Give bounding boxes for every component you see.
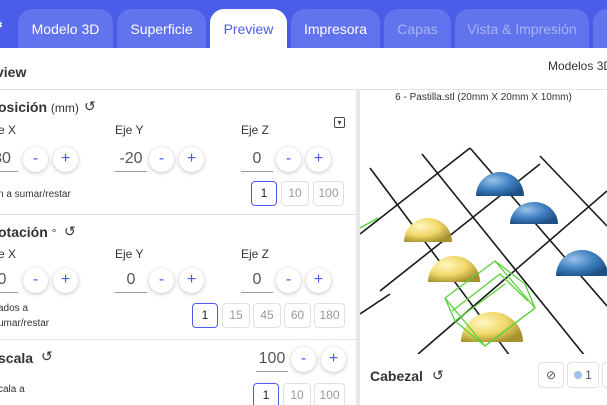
rotation-y-value[interactable]: 0 (115, 267, 147, 293)
reset-icon[interactable]: ↺ (84, 98, 96, 115)
models-label: Modelos 3D (548, 59, 607, 73)
position-y-value[interactable]: -20 (115, 146, 147, 172)
scale-section: scala ↺ 100 - + cala a 1 10 100 (0, 340, 356, 405)
bottom-toolbar: Cabezal ↺ ⊘ 1 (360, 354, 607, 405)
position-y-minus-button[interactable]: - (149, 147, 174, 172)
scale-value[interactable]: 100 (256, 346, 288, 372)
rotation-section: otación ° ↺ e X 0 - + Eje Y 0 - + Eje Z … (0, 215, 356, 339)
scale-step-10[interactable]: 10 (283, 383, 311, 405)
position-x-plus-button[interactable]: + (53, 147, 78, 172)
settings-icon[interactable]: ⚙ (0, 16, 3, 34)
extruder-label: 1 (585, 368, 592, 382)
position-x-label: e X (0, 123, 17, 137)
rotation-z-value[interactable]: 0 (241, 267, 273, 293)
rotation-z-minus-button[interactable]: - (276, 268, 301, 293)
position-x-value[interactable]: 30 (0, 146, 18, 172)
scale-step-label: cala a (0, 384, 25, 395)
tab-preview[interactable]: Preview (210, 9, 287, 48)
position-section: osición (mm) ↺ ▾ e X 30 - + Eje Y -20 - … (0, 90, 356, 214)
scale-title: scala (0, 350, 34, 366)
position-y-label: Eje Y (115, 123, 144, 137)
position-z-value[interactable]: 0 (241, 146, 273, 172)
position-z-label: Eje Z (241, 123, 270, 137)
rotation-y-label: Eje Y (115, 247, 144, 261)
preview-header: view Modelos 3D (0, 48, 607, 90)
rotation-title: otación ° (0, 224, 57, 240)
tab-more[interactable] (593, 9, 607, 48)
tab-modelo-3d[interactable]: Modelo 3D (18, 9, 113, 48)
rotation-x-minus-button[interactable]: - (23, 268, 48, 293)
position-title: osición (mm) (0, 99, 79, 115)
rotation-z-label: Eje Z (241, 247, 270, 261)
rotation-y-plus-button[interactable]: + (179, 268, 204, 293)
scale-minus-button[interactable]: - (291, 347, 316, 372)
rotation-step-45[interactable]: 45 (253, 303, 281, 328)
reset-icon[interactable]: ↺ (64, 223, 76, 240)
transform-panel: osición (mm) ↺ ▾ e X 30 - + Eje Y -20 - … (0, 90, 356, 405)
position-z-minus-button[interactable]: - (276, 147, 301, 172)
position-step-10[interactable]: 10 (281, 181, 309, 206)
rotation-x-value[interactable]: 0 (0, 267, 18, 293)
scale-step-100[interactable]: 100 (314, 383, 345, 405)
tab-bar: ⚙ Modelo 3D Superficie Preview Impresora… (0, 0, 607, 48)
position-y-plus-button[interactable]: + (179, 147, 204, 172)
rotation-step-15[interactable]: 15 (222, 303, 250, 328)
scale-step-1[interactable]: 1 (253, 383, 279, 405)
reset-icon[interactable]: ↺ (432, 367, 444, 384)
build-plate-scene[interactable] (360, 106, 607, 356)
rotation-x-label: e X (0, 247, 17, 261)
rotation-y-minus-button[interactable]: - (149, 268, 174, 293)
rotation-x-plus-button[interactable]: + (53, 268, 78, 293)
rotation-z-plus-button[interactable]: + (306, 268, 331, 293)
position-z-plus-button[interactable]: + (306, 147, 331, 172)
position-step-1[interactable]: 1 (251, 181, 277, 206)
position-step-label: n a sumar/restar (0, 189, 71, 200)
tab-superficie[interactable]: Superficie (117, 9, 206, 48)
reset-icon[interactable]: ↺ (41, 348, 53, 365)
rotation-step-180[interactable]: 180 (314, 303, 345, 328)
page-title: view (0, 64, 27, 80)
cabezal-label: Cabezal (370, 368, 423, 384)
rotation-step-label-2: umar/restar (0, 318, 50, 329)
rotation-step-1[interactable]: 1 (192, 303, 218, 328)
disable-icon[interactable]: ⊘ (538, 362, 564, 388)
position-x-minus-button[interactable]: - (23, 147, 48, 172)
scale-plus-button[interactable]: + (321, 347, 346, 372)
tab-impresora[interactable]: Impresora (291, 9, 380, 48)
extruder-color-dot (574, 371, 583, 379)
tab-vista-impresion[interactable]: Vista & Impresión (455, 9, 589, 48)
collapse-icon[interactable]: ▾ (334, 117, 345, 128)
extruder-2-button[interactable] (602, 362, 607, 388)
tab-capas[interactable]: Capas (384, 9, 451, 48)
model-caption: 6 - Pastilla.stl (20mm X 20mm X 10mm) (395, 92, 572, 103)
preview-viewport[interactable]: 6 - Pastilla.stl (20mm X 20mm X 10mm) Ca… (360, 90, 607, 405)
rotation-step-60[interactable]: 60 (284, 303, 311, 328)
extruder-1-button[interactable]: 1 (567, 362, 599, 388)
rotation-step-label-1: ados a (0, 303, 29, 314)
position-step-100[interactable]: 100 (313, 181, 344, 206)
